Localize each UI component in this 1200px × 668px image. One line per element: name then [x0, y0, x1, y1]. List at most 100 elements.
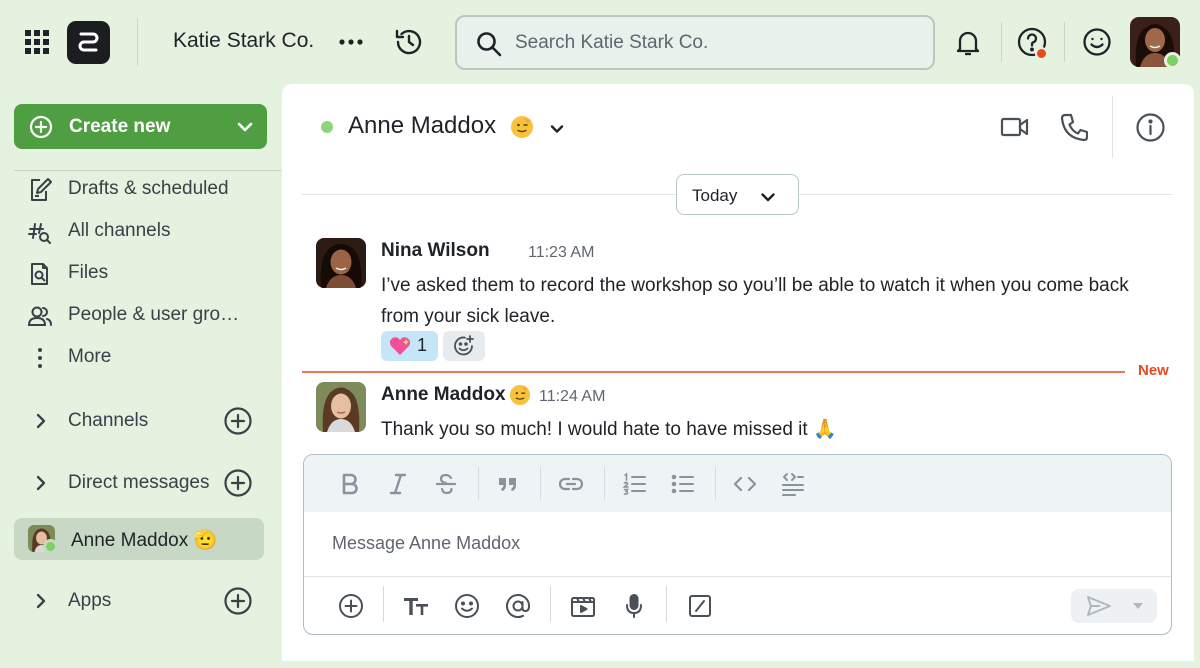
conversation-header: Anne Maddox — [282, 84, 1194, 170]
sidebar-item-label: Files — [68, 262, 109, 283]
italic-icon[interactable] — [384, 470, 412, 498]
sidebar-item-label: More — [68, 346, 112, 367]
send-button[interactable] — [1071, 589, 1157, 623]
message-timestamp: 11:24 AM — [539, 388, 606, 405]
divider — [1001, 22, 1002, 62]
dm-label: Anne Maddox 🫡 — [71, 530, 218, 551]
online-status-dot — [43, 539, 58, 554]
status-emoji: 🫡 — [193, 530, 218, 551]
link-icon[interactable] — [557, 470, 585, 498]
message-composer — [303, 454, 1172, 635]
apps-grid-icon[interactable] — [24, 29, 50, 55]
sidebar-section-channels[interactable]: Channels — [26, 403, 256, 439]
toolbar-divider — [604, 467, 605, 500]
workspace-more-icon[interactable] — [337, 30, 365, 54]
section-label: Apps — [68, 590, 112, 611]
phone-call-icon[interactable] — [1060, 112, 1088, 142]
workspace-name[interactable]: Katie Stark Co. — [173, 29, 314, 53]
sidebar-item-people[interactable]: People & user gro… — [26, 300, 276, 332]
sidebar-item-label: All channels — [68, 220, 171, 241]
vertical-dots-icon — [38, 348, 42, 368]
caret-down-icon[interactable] — [1132, 602, 1144, 610]
sidebar-item-all-channels[interactable]: All channels — [26, 216, 276, 248]
sidebar-item-more[interactable]: More — [26, 342, 276, 374]
salute-emoji-icon — [509, 384, 531, 406]
create-new-button[interactable]: Create new — [14, 104, 267, 149]
conversation-panel: Anne Maddox Today Nina Wilson 11:23 AM I… — [282, 84, 1194, 661]
add-channel-icon[interactable] — [223, 406, 253, 436]
sidebar-item-label: Drafts & scheduled — [68, 178, 229, 199]
avatar[interactable] — [316, 382, 366, 432]
sidebar-dm-anne-maddox[interactable]: Anne Maddox 🫡 — [14, 518, 264, 560]
plus-circle-icon — [29, 115, 53, 139]
help-notification-dot — [1035, 47, 1048, 60]
info-icon[interactable] — [1135, 112, 1166, 143]
sidebar-item-files[interactable]: Files — [26, 258, 276, 290]
online-status-dot — [1164, 52, 1181, 69]
toolbar-divider — [715, 467, 716, 500]
video-clip-icon[interactable] — [569, 592, 597, 620]
quote-icon[interactable] — [494, 470, 522, 498]
message-timestamp: 11:23 AM — [528, 244, 595, 261]
chevron-down-icon — [761, 193, 775, 202]
chevron-down-icon[interactable] — [548, 120, 566, 138]
section-label: Direct messages — [68, 472, 210, 493]
sidebar-item-drafts[interactable]: Drafts & scheduled — [26, 174, 276, 206]
divider — [137, 18, 138, 66]
section-label: Channels — [68, 410, 149, 431]
toolbar-divider — [478, 467, 479, 500]
add-reaction-icon — [454, 335, 474, 356]
presence-dot — [321, 121, 333, 133]
message-item[interactable]: Anne Maddox 11:24 AM Thank you so much! … — [316, 382, 1176, 442]
avatar[interactable] — [316, 238, 366, 288]
add-app-icon[interactable] — [223, 586, 253, 616]
send-icon — [1087, 596, 1111, 616]
add-direct-message-icon[interactable] — [223, 468, 253, 498]
notifications-bell-icon[interactable] — [953, 28, 983, 58]
sidebar-section-direct-messages[interactable]: Direct messages — [26, 465, 256, 501]
code-icon[interactable] — [731, 470, 759, 498]
conversation-title[interactable]: Anne Maddox — [348, 112, 496, 140]
search-icon — [477, 32, 502, 57]
chevron-right-icon — [36, 593, 46, 609]
create-new-label: Create new — [69, 116, 171, 137]
sidebar-item-label: People & user gro… — [68, 304, 240, 325]
chevron-down-icon — [237, 122, 253, 132]
message-text: Thank you so much! I would hate to have … — [381, 419, 837, 440]
message-author[interactable]: Anne Maddox — [381, 384, 506, 406]
search-bar[interactable] — [455, 15, 935, 70]
composer-divider — [304, 576, 1171, 577]
microphone-icon[interactable] — [620, 592, 648, 620]
sidebar-section-apps[interactable]: Apps — [26, 583, 256, 619]
date-label: Today — [692, 186, 738, 205]
code-block-icon[interactable] — [779, 470, 807, 498]
reaction-chip[interactable]: 1 — [381, 331, 438, 361]
message-author[interactable]: Nina Wilson — [381, 240, 490, 262]
new-messages-divider — [302, 371, 1125, 373]
toolbar-divider — [550, 586, 551, 622]
ordered-list-icon[interactable] — [621, 470, 649, 498]
search-input[interactable] — [515, 27, 915, 59]
text-format-icon[interactable] — [402, 592, 430, 620]
date-jump-button[interactable]: Today — [676, 174, 799, 215]
chevron-right-icon — [36, 413, 46, 429]
video-call-icon[interactable] — [1000, 114, 1030, 140]
app-logo[interactable] — [67, 21, 110, 64]
file-search-icon — [31, 263, 48, 285]
bold-icon[interactable] — [336, 470, 364, 498]
mention-icon[interactable] — [504, 592, 532, 620]
hashtag-search-icon — [28, 223, 51, 244]
sidebar-divider — [14, 170, 281, 171]
add-attachment-icon[interactable] — [337, 592, 365, 620]
message-input[interactable] — [332, 527, 1132, 559]
emoji-icon[interactable] — [453, 592, 481, 620]
people-icon — [27, 306, 52, 326]
bullet-list-icon[interactable] — [669, 470, 697, 498]
history-icon[interactable] — [393, 26, 425, 58]
slash-command-icon[interactable] — [686, 592, 714, 620]
strikethrough-icon[interactable] — [432, 470, 460, 498]
status-emoji-icon[interactable] — [1082, 27, 1112, 57]
toolbar-divider — [383, 586, 384, 622]
divider — [1064, 22, 1065, 62]
add-reaction-button[interactable] — [443, 331, 485, 361]
